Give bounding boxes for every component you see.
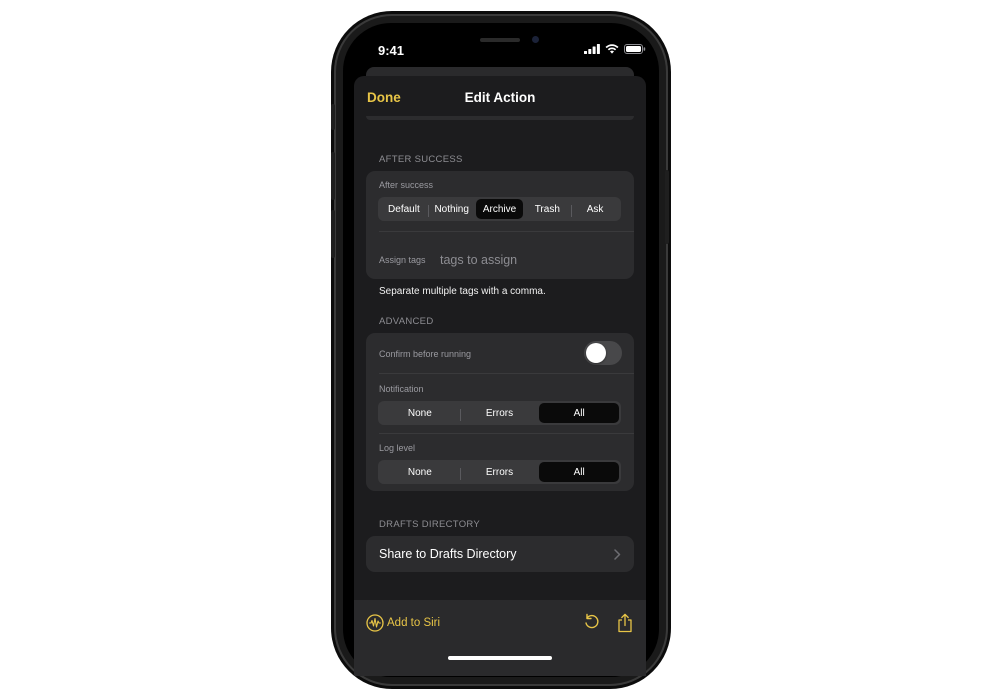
- log-level-option-errors[interactable]: Errors: [459, 462, 540, 482]
- home-indicator[interactable]: [448, 656, 552, 660]
- edit-action-sheet: Edit Action Done AFTER SUCCESS After suc…: [354, 76, 646, 676]
- row-divider: [379, 433, 634, 434]
- front-camera: [532, 36, 539, 43]
- log-level-segmented-control[interactable]: None Errors All: [378, 460, 621, 484]
- assign-tags-input[interactable]: [440, 251, 620, 269]
- cellular-signal-icon: [584, 44, 600, 54]
- status-icons: [584, 44, 646, 54]
- battery-icon: [624, 44, 646, 54]
- confirm-before-running-label: Confirm before running: [379, 349, 472, 359]
- section-header-drafts-directory: DRAFTS DIRECTORY: [379, 519, 481, 530]
- speaker-grille: [480, 38, 520, 42]
- silent-switch: [331, 104, 335, 130]
- add-to-siri-button[interactable]: Add to Siri: [366, 614, 440, 632]
- advanced-group: Confirm before running Notification None…: [366, 333, 634, 491]
- previous-group-edge: [366, 116, 634, 120]
- section-header-advanced: ADVANCED: [379, 316, 434, 327]
- navigation-bar: Edit Action Done: [354, 76, 646, 120]
- after-success-group: After success Default Nothing Archive Tr…: [366, 171, 634, 279]
- notification-segmented-control[interactable]: None Errors All: [378, 401, 621, 425]
- share-to-drafts-directory-label: Share to Drafts Directory: [379, 547, 517, 561]
- share-icon[interactable]: [616, 613, 634, 633]
- after-success-option-ask[interactable]: Ask: [571, 199, 619, 219]
- notification-option-errors[interactable]: Errors: [459, 403, 540, 423]
- volume-down-button: [331, 210, 335, 258]
- power-button: [665, 170, 669, 244]
- add-to-siri-label: Add to Siri: [387, 617, 441, 629]
- tags-footnote: Separate multiple tags with a comma.: [379, 286, 546, 297]
- after-success-option-trash[interactable]: Trash: [523, 199, 571, 219]
- section-header-after-success: AFTER SUCCESS: [379, 154, 463, 165]
- confirm-before-running-toggle[interactable]: [584, 341, 622, 365]
- after-success-segmented-control[interactable]: Default Nothing Archive Trash Ask: [378, 197, 621, 221]
- share-to-drafts-directory-row[interactable]: Share to Drafts Directory: [366, 536, 634, 572]
- log-level-option-all[interactable]: All: [539, 462, 620, 482]
- notification-label: Notification: [379, 384, 424, 394]
- wifi-icon: [605, 44, 619, 54]
- notification-option-all[interactable]: All: [539, 403, 620, 423]
- undo-icon[interactable]: [583, 613, 601, 631]
- row-divider: [379, 231, 634, 232]
- done-button[interactable]: Done: [367, 90, 401, 105]
- chevron-right-icon: [614, 548, 621, 560]
- status-time: 9:41: [378, 43, 405, 58]
- volume-up-button: [331, 152, 335, 200]
- notification-option-none[interactable]: None: [380, 403, 460, 423]
- after-success-label: After success: [379, 180, 434, 190]
- bottom-toolbar: Add to Siri: [354, 600, 646, 676]
- toggle-knob: [586, 343, 606, 363]
- after-success-option-default[interactable]: Default: [380, 199, 428, 219]
- log-level-label: Log level: [379, 443, 416, 453]
- log-level-option-none[interactable]: None: [380, 462, 460, 482]
- after-success-option-nothing[interactable]: Nothing: [427, 199, 476, 219]
- siri-waveform-icon: [366, 614, 384, 632]
- row-divider: [379, 373, 634, 374]
- assign-tags-label: Assign tags: [379, 255, 426, 265]
- after-success-option-archive[interactable]: Archive: [475, 199, 524, 219]
